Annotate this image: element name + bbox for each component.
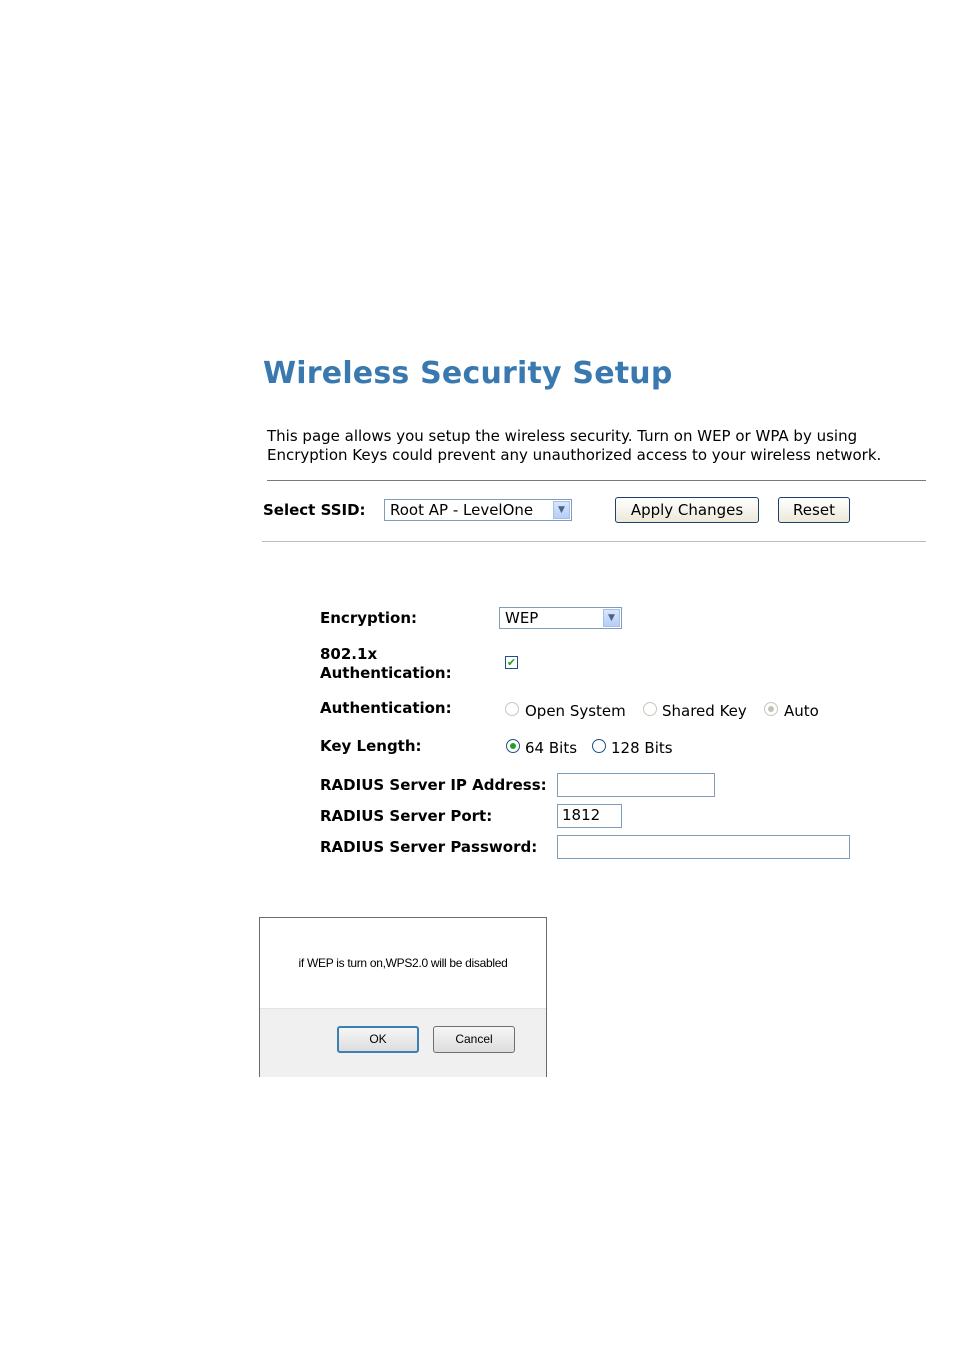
divider-top	[267, 480, 926, 481]
dialog-button-area: OK Cancel	[260, 1008, 546, 1077]
ok-button[interactable]: OK	[337, 1026, 419, 1053]
select-ssid-label: Select SSID:	[263, 501, 366, 519]
checkmark-icon: ✔	[506, 656, 517, 669]
page-title: Wireless Security Setup	[263, 356, 673, 391]
auth-auto-label: Auto	[784, 702, 819, 720]
confirm-dialog: if WEP is turn on,WPS2.0 will be disable…	[259, 917, 547, 1077]
dialog-message: if WEP is turn on,WPS2.0 will be disable…	[298, 956, 508, 970]
key-64-bits-radio[interactable]	[506, 739, 520, 753]
radius-ip-label: RADIUS Server IP Address:	[320, 776, 547, 794]
auth-8021x-checkbox[interactable]: ✔	[505, 656, 518, 669]
ssid-select[interactable]: Root AP - LevelOne ▼	[384, 499, 572, 521]
reset-button[interactable]: Reset	[778, 497, 850, 523]
key-length-label: Key Length:	[320, 737, 422, 755]
auth-open-system-radio[interactable]	[505, 702, 519, 716]
description-line-1: This page allows you setup the wireless …	[267, 427, 858, 445]
divider-bottom	[262, 541, 926, 542]
encryption-select[interactable]: WEP ▼	[499, 607, 622, 629]
radio-selected-dot	[510, 743, 516, 749]
apply-changes-button[interactable]: Apply Changes	[615, 497, 759, 523]
description-line-2: Encryption Keys could prevent any unauth…	[267, 446, 882, 464]
radius-password-input[interactable]	[557, 835, 850, 859]
auth-shared-key-label: Shared Key	[662, 702, 747, 720]
key-128-bits-label: 128 Bits	[611, 739, 673, 757]
encryption-label: Encryption:	[320, 609, 418, 627]
radius-port-input[interactable]: 1812	[557, 804, 622, 828]
dialog-message-area: if WEP is turn on,WPS2.0 will be disable…	[260, 918, 546, 1008]
auth-shared-key-radio[interactable]	[643, 702, 657, 716]
radius-ip-input[interactable]	[557, 773, 715, 797]
auth-8021x-label-line-1: 802.1x	[320, 645, 378, 663]
page-description: This page allows you setup the wireless …	[267, 427, 937, 465]
key-128-bits-radio[interactable]	[592, 739, 606, 753]
cancel-button[interactable]: Cancel	[433, 1026, 515, 1053]
auth-auto-radio[interactable]	[764, 702, 778, 716]
radius-port-label: RADIUS Server Port:	[320, 807, 493, 825]
radio-selected-dot	[768, 706, 774, 712]
auth-8021x-label-line-2: Authentication:	[320, 664, 452, 682]
key-64-bits-label: 64 Bits	[525, 739, 578, 757]
encryption-select-value: WEP	[505, 609, 539, 627]
radius-password-label: RADIUS Server Password:	[320, 838, 538, 856]
authentication-label: Authentication:	[320, 699, 452, 717]
chevron-down-icon[interactable]: ▼	[553, 501, 570, 519]
chevron-down-icon[interactable]: ▼	[603, 609, 620, 627]
ssid-select-value: Root AP - LevelOne	[390, 501, 534, 519]
auth-8021x-label: 802.1x Authentication:	[320, 645, 452, 683]
auth-open-system-label: Open System	[525, 702, 626, 720]
